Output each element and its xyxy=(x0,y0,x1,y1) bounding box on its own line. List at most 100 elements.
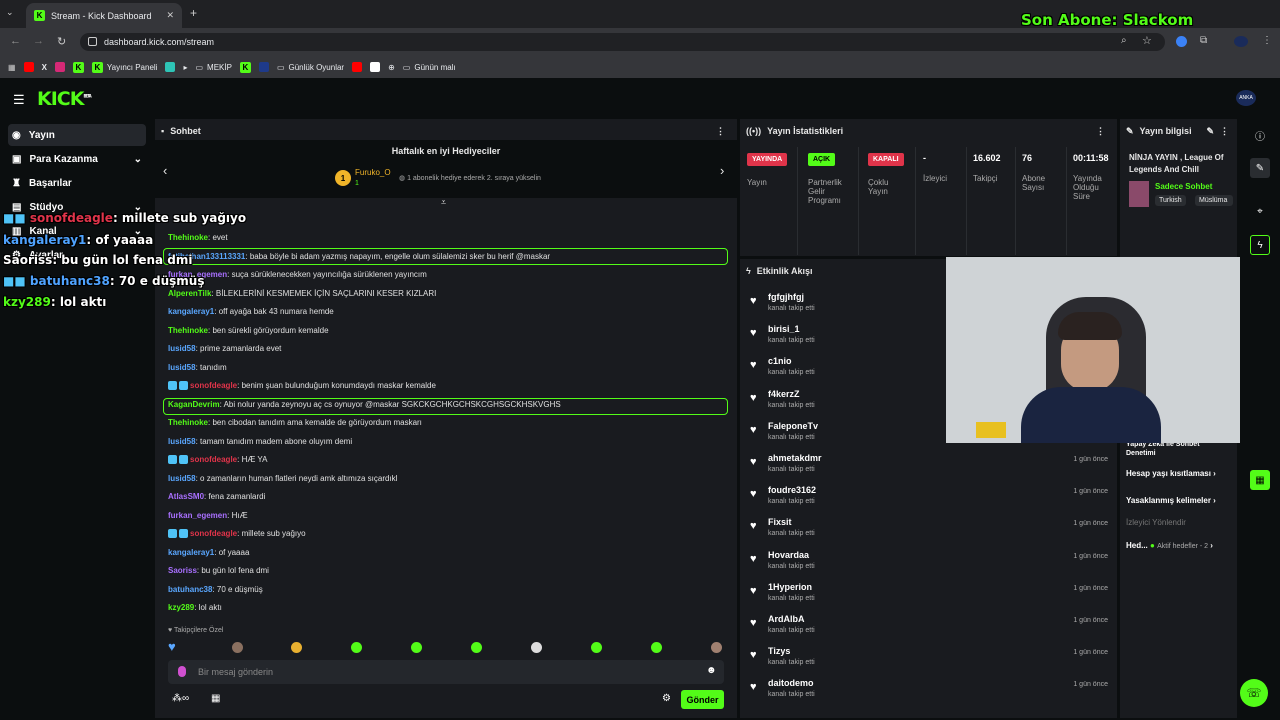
edit-icon[interactable]: ✎ xyxy=(1206,126,1214,137)
gifters-next-icon[interactable]: › xyxy=(720,163,724,178)
bookmark-yayinci-paneli[interactable]: K Yayıncı Paneli xyxy=(91,61,157,73)
activity-event[interactable]: ♥ foudre3162 kanalı takip etti 1 gün önce xyxy=(748,485,1110,515)
stream-info-menu-icon[interactable]: ⋮ xyxy=(1220,126,1229,137)
tag-chip[interactable]: Turkish xyxy=(1155,195,1186,206)
zoom-icon[interactable]: ⌕ xyxy=(1121,35,1127,46)
chat-username[interactable]: sonofdeagle xyxy=(190,381,237,390)
chat-username[interactable]: Thehinoke xyxy=(168,418,208,427)
mod-host[interactable]: İzleyici Yönlendir xyxy=(1126,518,1186,527)
chat-username[interactable]: kangaleray1 xyxy=(168,548,214,557)
chat-username[interactable]: batuhanc38 xyxy=(168,585,212,594)
blue-bookmark-icon[interactable] xyxy=(258,62,269,72)
target-icon[interactable]: ⌖ xyxy=(1250,201,1270,221)
emote-kick-icon[interactable] xyxy=(411,642,422,653)
chat-settings-icon[interactable]: ⚙ xyxy=(662,693,671,704)
mod-banned-words[interactable]: Yasaklanmış kelimeler › xyxy=(1126,496,1216,505)
chat-username[interactable]: sonofdeagle xyxy=(190,455,237,464)
emote-kick-icon[interactable] xyxy=(351,642,362,653)
back-icon[interactable]: ← xyxy=(10,35,21,47)
chat-username[interactable]: KaganDevrim xyxy=(168,400,220,409)
info-icon[interactable]: ⓘ xyxy=(1250,125,1270,145)
play-icon[interactable]: ▸ xyxy=(183,63,187,72)
tab-list-icon[interactable]: ⌄ xyxy=(6,7,14,18)
bookmark-gunluk-oyunlar[interactable]: ▭ Günlük Oyunlar xyxy=(277,63,344,72)
chat-username[interactable]: furkan_egemen xyxy=(168,511,227,520)
kick-logo[interactable]: KICKBETA xyxy=(37,88,92,110)
gifter-name[interactable]: Furuko_O xyxy=(355,168,391,177)
site-info-icon[interactable] xyxy=(88,37,97,46)
emote-icon[interactable] xyxy=(711,642,722,653)
activity-event[interactable]: ♥ 1Hyperion kanalı takip etti 1 gün önce xyxy=(748,582,1110,612)
chat-tools-icon[interactable]: ⁂∞ xyxy=(172,693,189,704)
support-chat-icon[interactable]: ☏ xyxy=(1240,679,1268,707)
sidebar-item-para-kazanma[interactable]: ▣ Para Kazanma ⌄ xyxy=(8,148,146,170)
extension-icon[interactable] xyxy=(1176,36,1187,47)
apps-grid-icon[interactable]: ▦ xyxy=(8,63,16,72)
category-name[interactable]: Sadece Sohbet xyxy=(1155,182,1212,191)
edit-rail-icon[interactable]: ✎ xyxy=(1250,158,1270,178)
chat-username[interactable]: lusid58 xyxy=(168,437,196,446)
emote-icon[interactable] xyxy=(531,642,542,653)
emoji-picker-icon[interactable]: ☻ xyxy=(706,665,717,676)
reload-icon[interactable]: ↻ xyxy=(57,35,66,48)
emote-kick-icon[interactable] xyxy=(471,642,482,653)
category-thumbnail[interactable] xyxy=(1129,181,1149,207)
x-icon[interactable]: X xyxy=(42,63,47,72)
chat-username[interactable]: sonofdeagle xyxy=(190,529,237,538)
youtube-2-icon[interactable] xyxy=(352,62,363,72)
microphone-icon[interactable] xyxy=(178,666,186,677)
gifters-prev-icon[interactable]: ‹ xyxy=(163,163,167,178)
profile-icon[interactable] xyxy=(1234,36,1248,47)
kick-bookmark-2-icon[interactable]: K xyxy=(239,61,251,73)
chat-username[interactable]: lusid58 xyxy=(168,363,196,372)
pin-collapse-icon[interactable]: ⩡ xyxy=(441,197,446,208)
emoji-heart-icon[interactable]: ♥ xyxy=(168,639,176,654)
activity-event[interactable]: ♥ Hovardaa kanalı takip etti 1 gün önce xyxy=(748,550,1110,580)
activity-event[interactable]: ♥ ahmetakdmr kanalı takip etti 1 gün önce xyxy=(748,453,1110,483)
store-icon[interactable]: ▦ xyxy=(211,693,220,704)
browser-tab[interactable]: K Stream - Kick Dashboard ✕ xyxy=(26,3,182,28)
bookmark-mekip[interactable]: ▭ MEKİP xyxy=(195,63,231,72)
bolt-rail-icon[interactable]: ϟ xyxy=(1250,235,1270,255)
instagram-icon[interactable] xyxy=(54,62,65,72)
bookmark-gunun-mali[interactable]: ▭ Günün malı xyxy=(403,63,456,72)
browser-menu-icon[interactable]: ⋮ xyxy=(1262,35,1272,46)
chat-username[interactable]: kzy289 xyxy=(168,603,194,612)
sidebar-item-basarilar[interactable]: ♜ Başarılar xyxy=(8,172,146,194)
emote-crown-icon[interactable] xyxy=(291,642,302,653)
send-button[interactable]: Gönder xyxy=(681,690,724,709)
activity-event[interactable]: ♥ ArdAlbA kanalı takip etti 1 gün önce xyxy=(748,614,1110,644)
chat-username[interactable]: AlperenTilk xyxy=(168,289,211,298)
globe-icon[interactable]: ⊕ xyxy=(388,63,395,72)
calculator-icon[interactable]: ▦ xyxy=(1250,470,1270,490)
mod-goals[interactable]: Hed... ● Aktif hedefler - 2 › xyxy=(1126,541,1213,550)
emote-kick-icon[interactable] xyxy=(651,642,662,653)
forward-icon[interactable]: → xyxy=(33,35,44,47)
bookmark-star-icon[interactable]: ☆ xyxy=(1142,34,1152,47)
activity-event[interactable]: ♥ daitodemo kanalı takip etti 1 gün önce xyxy=(748,678,1110,708)
user-avatar[interactable]: ANKA xyxy=(1236,90,1256,106)
kick-bookmark-icon[interactable]: K xyxy=(72,61,84,73)
hamburger-menu-icon[interactable]: ☰ xyxy=(13,92,25,108)
chat-username[interactable]: kangaleray1 xyxy=(168,307,214,316)
chat-username[interactable]: lusid58 xyxy=(168,474,196,483)
chat-username[interactable]: Thehinoke xyxy=(168,326,208,335)
new-tab-icon[interactable]: + xyxy=(190,6,197,20)
emote-kick-icon[interactable] xyxy=(591,642,602,653)
activity-event[interactable]: ♥ Tizys kanalı takip etti 1 gün önce xyxy=(748,646,1110,676)
youtube-icon[interactable] xyxy=(23,62,34,72)
url-input[interactable]: dashboard.kick.com/stream xyxy=(80,33,1165,51)
stats-menu-icon[interactable]: ⋮ xyxy=(1096,126,1105,137)
emote-icon[interactable] xyxy=(232,642,243,653)
chat-menu-icon[interactable]: ⋮ xyxy=(716,126,725,137)
close-tab-icon[interactable]: ✕ xyxy=(166,10,174,21)
tag-chip[interactable]: Müslüma xyxy=(1195,195,1233,206)
mod-account-age[interactable]: Hesap yaşı kısıtlaması › xyxy=(1126,469,1216,478)
extensions-puzzle-icon[interactable]: ⧉ xyxy=(1200,35,1207,46)
chat-username[interactable]: lusid58 xyxy=(168,344,196,353)
chat-username[interactable]: Thehinoke xyxy=(168,233,208,242)
chat-username[interactable]: Saoriss xyxy=(168,566,197,575)
app-bookmark-icon[interactable] xyxy=(165,62,176,72)
sidebar-item-yayin[interactable]: ◉ Yayın xyxy=(8,124,146,146)
activity-event[interactable]: ♥ Fixsit kanalı takip etti 1 gün önce xyxy=(748,517,1110,547)
